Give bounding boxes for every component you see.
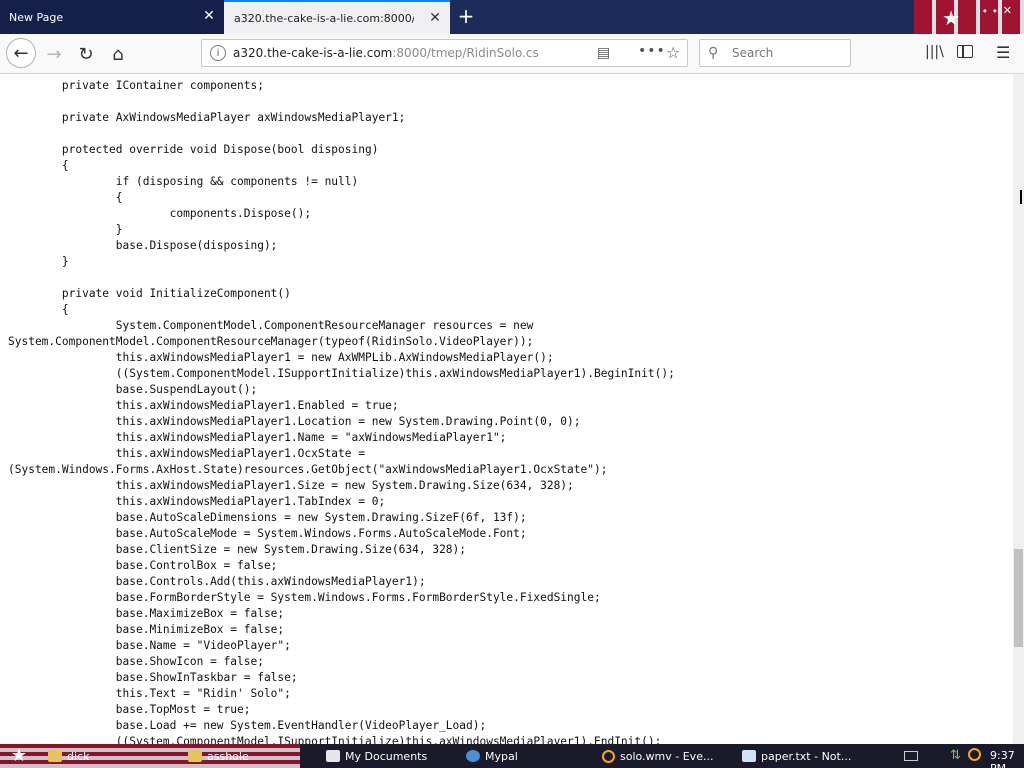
tab-label: a320.the-cake-is-a-lie.com:8000/tmep xyxy=(234,11,414,25)
taskbar-item-label: My Documents xyxy=(345,749,428,763)
search-input[interactable] xyxy=(730,45,846,61)
url-host: a320.the-cake-is-a-lie.com xyxy=(233,46,393,60)
taskbar-item-everything[interactable]: solo.wmv - Eve... xyxy=(602,746,736,766)
url-bar[interactable]: i a320.the-cake-is-a-lie.com:8000/tmep/R… xyxy=(201,39,688,67)
menu-icon[interactable]: ☰ xyxy=(996,43,1010,62)
url-text[interactable]: a320.the-cake-is-a-lie.com:8000/tmep/Rid… xyxy=(233,46,539,60)
clock[interactable]: 9:37 PM xyxy=(990,749,1024,768)
taskbar-item-mypal[interactable]: Mypal xyxy=(466,746,592,766)
tab-new-page[interactable]: New Page ✕ xyxy=(0,0,224,34)
taskbar-item-notepad[interactable]: paper.txt - Not... xyxy=(742,746,872,766)
taskbar-item-my-documents[interactable]: My Documents xyxy=(326,746,458,766)
sidebar-icon[interactable] xyxy=(957,45,973,58)
tab-strip: New Page ✕ a320.the-cake-is-a-lie.com:80… xyxy=(0,0,1024,34)
reload-button[interactable]: ↻ xyxy=(72,40,100,68)
forward-button[interactable]: → xyxy=(40,40,68,68)
folder-icon xyxy=(48,750,62,762)
taskbar-item-dick[interactable]: dick xyxy=(48,746,168,766)
notepad-icon xyxy=(742,750,756,762)
start-button[interactable]: ★ xyxy=(6,745,32,767)
source-code: private IContainer components; private A… xyxy=(8,79,675,744)
scrollbar-thumb[interactable] xyxy=(1014,549,1023,647)
system-tray: ⇅ 9:37 PM xyxy=(874,744,1024,768)
star-icon: ★ xyxy=(942,6,960,30)
text-cursor xyxy=(1020,190,1022,204)
close-tab-icon[interactable]: ✕ xyxy=(428,11,442,25)
search-icon: ⚲ xyxy=(708,45,719,61)
window-controls[interactable]: ⬩⬩✕ xyxy=(983,4,1018,18)
taskbar: ★ dick asshole My Documents Mypal solo.w… xyxy=(0,744,1024,768)
network-icon[interactable]: ⇅ xyxy=(950,748,961,763)
tab-ridinsolo[interactable]: a320.the-cake-is-a-lie.com:8000/tmep ✕ xyxy=(224,0,450,34)
browser-icon xyxy=(466,750,480,762)
page-content: private IContainer components; private A… xyxy=(0,74,1013,744)
taskbar-item-label: solo.wmv - Eve... xyxy=(620,749,714,763)
close-tab-icon[interactable]: ✕ xyxy=(202,9,216,23)
scrollbar[interactable] xyxy=(1013,74,1024,744)
info-icon[interactable]: i xyxy=(210,45,226,61)
taskbar-item-label: paper.txt - Not... xyxy=(761,749,852,763)
new-tab-button[interactable]: + xyxy=(456,6,476,26)
library-icon[interactable]: |||\ xyxy=(925,44,944,60)
taskbar-item-asshole[interactable]: asshole xyxy=(188,746,314,766)
home-button[interactable]: ⌂ xyxy=(104,40,132,68)
url-path: :8000/tmep/RidinSolo.cs xyxy=(392,46,539,60)
page-actions-icon[interactable]: ••• xyxy=(638,43,666,59)
bookmark-star-icon[interactable]: ☆ xyxy=(666,43,680,62)
reader-view-icon[interactable]: ▤ xyxy=(597,45,610,61)
back-button[interactable]: ← xyxy=(6,38,36,68)
keyboard-icon[interactable] xyxy=(904,751,918,761)
search-icon[interactable] xyxy=(968,748,981,761)
taskbar-item-label: asshole xyxy=(207,749,249,763)
navigation-bar: ← → ↻ ⌂ i a320.the-cake-is-a-lie.com:800… xyxy=(0,34,1024,74)
tab-label: New Page xyxy=(9,10,64,24)
taskbar-item-label: dick xyxy=(67,749,90,763)
folder-icon xyxy=(188,750,202,762)
search-bar[interactable]: ⚲ xyxy=(699,39,851,67)
taskbar-item-label: Mypal xyxy=(485,749,518,763)
search-icon xyxy=(602,749,615,763)
folder-icon xyxy=(326,750,340,762)
